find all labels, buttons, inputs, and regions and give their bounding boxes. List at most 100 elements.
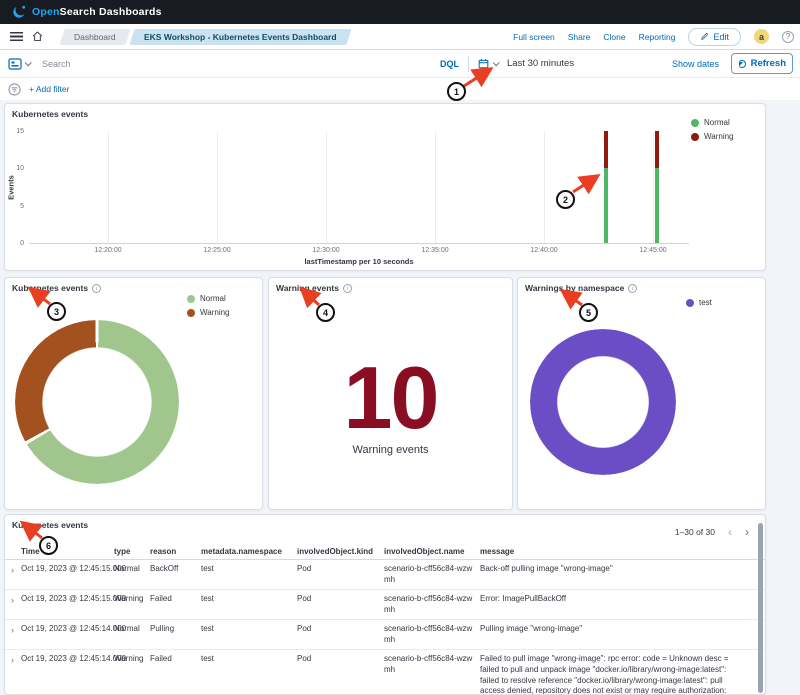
- panel-kubernetes-events-table: Kubernetes events 1–30 of 30 ‹ › Timetyp…: [4, 514, 766, 695]
- gridline: [217, 132, 218, 243]
- help-icon[interactable]: ?: [782, 31, 794, 43]
- legend-label: Normal: [704, 118, 730, 127]
- query-bar-right: DQL Last 30 minutes Show dates Refresh: [440, 53, 796, 74]
- table-row: ›Oct 19, 2023 @ 12:45:15.000WarningFaile…: [5, 590, 765, 620]
- legend-item-normal[interactable]: Normal: [187, 294, 230, 303]
- gridline: [435, 132, 436, 243]
- row-expand-icon[interactable]: ›: [9, 650, 21, 695]
- legend-item-normal[interactable]: Normal: [691, 118, 734, 127]
- bar-segment-warning[interactable]: [655, 131, 659, 168]
- x-axis-title: lastTimestamp per 10 seconds: [29, 257, 689, 266]
- panel-title: Kubernetes events: [12, 283, 88, 293]
- annotation-marker-4: 4: [316, 303, 335, 322]
- breadcrumb-label: Dashboard: [74, 32, 116, 42]
- legend-label: Normal: [200, 294, 226, 303]
- donut-legend: Normal Warning: [187, 294, 230, 317]
- cell-reason: Failed: [150, 590, 201, 618]
- x-tick-label: 12:35:00: [410, 247, 460, 254]
- opensearch-logo-icon: [12, 5, 26, 19]
- info-icon[interactable]: i: [92, 284, 101, 293]
- gridline: [544, 132, 545, 243]
- annotation-marker-5: 5: [579, 303, 598, 322]
- panel-warning-events-metric: Warning eventsi 10 Warning events: [268, 277, 513, 510]
- share-link[interactable]: Share: [568, 32, 591, 42]
- breadcrumb-label: EKS Workshop - Kubernetes Events Dashboa…: [144, 32, 337, 42]
- x-tick-label: 12:20:00: [83, 247, 133, 254]
- column-header-involvedobject-name[interactable]: involvedObject.name: [384, 544, 480, 559]
- menu-hamburger-icon[interactable]: [10, 32, 23, 41]
- pagination-next-icon[interactable]: ›: [745, 527, 749, 537]
- breadcrumb-dashboard[interactable]: Dashboard: [59, 29, 130, 45]
- cell-ns: test: [201, 620, 297, 648]
- table-row: ›Oct 19, 2023 @ 12:45:15.000NormalBackOf…: [5, 560, 765, 590]
- search-input[interactable]: [40, 58, 440, 70]
- table-pagination: 1–30 of 30 ‹ ›: [675, 527, 749, 537]
- column-header-time[interactable]: Time: [21, 544, 114, 559]
- full-screen-link[interactable]: Full screen: [513, 32, 555, 42]
- cell-reason: BackOff: [150, 560, 201, 588]
- clone-link[interactable]: Clone: [603, 32, 625, 42]
- column-header-metadata-namespace[interactable]: metadata.namespace: [201, 544, 297, 559]
- row-expand-icon[interactable]: ›: [9, 590, 21, 618]
- add-filter-button[interactable]: + Add filter: [29, 84, 69, 94]
- date-picker-button[interactable]: [478, 58, 498, 69]
- cell-name: scenario-b-cff56c84-wzwmh: [384, 650, 480, 695]
- home-icon[interactable]: [31, 30, 44, 43]
- legend-label: Warning: [200, 308, 230, 317]
- column-header-reason[interactable]: reason: [150, 544, 201, 559]
- show-dates-link[interactable]: Show dates: [672, 59, 719, 69]
- row-expand-icon[interactable]: ›: [9, 560, 21, 588]
- cell-ns: test: [201, 560, 297, 588]
- legend-item-warning[interactable]: Warning: [187, 308, 230, 317]
- bar-segment-normal[interactable]: [655, 168, 659, 243]
- nav-actions: Full screen Share Clone Reporting Edit a…: [513, 28, 794, 46]
- edit-button[interactable]: Edit: [688, 28, 741, 46]
- header-expand-spacer: [9, 544, 21, 559]
- bar-segment-normal[interactable]: [604, 168, 608, 243]
- cell-msg: Failed to pull image "wrong-image": rpc …: [480, 650, 751, 695]
- info-icon[interactable]: i: [628, 284, 637, 293]
- panel-title: Kubernetes events: [12, 109, 88, 119]
- user-avatar[interactable]: a: [754, 29, 769, 44]
- cell-ns: test: [201, 650, 297, 695]
- dql-toggle[interactable]: DQL: [440, 59, 459, 69]
- legend-item-warning[interactable]: Warning: [691, 132, 734, 141]
- time-range-value[interactable]: Last 30 minutes: [507, 58, 574, 69]
- dashboard-grid: Kubernetes events Events 051015 12:20:00…: [0, 100, 800, 695]
- namespace-donut-chart[interactable]: [530, 329, 676, 475]
- legend-dot: [187, 295, 195, 303]
- info-icon[interactable]: i: [343, 284, 352, 293]
- query-options-button[interactable]: [8, 58, 30, 70]
- metric-value: 10: [269, 338, 512, 458]
- pencil-icon: [700, 32, 709, 41]
- refresh-button[interactable]: Refresh: [731, 53, 793, 74]
- refresh-button-label: Refresh: [751, 58, 786, 69]
- cell-reason: Failed: [150, 650, 201, 695]
- chevron-down-icon: [493, 59, 500, 66]
- bar-segment-warning[interactable]: [604, 131, 608, 168]
- legend-item-test[interactable]: test: [686, 298, 712, 307]
- reporting-link[interactable]: Reporting: [639, 32, 676, 42]
- cell-type: Normal: [114, 560, 150, 588]
- separator: [468, 56, 469, 72]
- row-expand-icon[interactable]: ›: [9, 620, 21, 648]
- gridline: [108, 132, 109, 243]
- opensearch-dashboards-app: OpenSearch Dashboards Dashboard EKS Work…: [0, 0, 800, 695]
- column-header-message[interactable]: message: [480, 544, 751, 559]
- navigation-bar: Dashboard EKS Workshop - Kubernetes Even…: [0, 24, 800, 50]
- legend-dot: [691, 119, 699, 127]
- panel-title: Warnings by namespace: [525, 283, 624, 293]
- breadcrumb: Dashboard EKS Workshop - Kubernetes Even…: [62, 29, 348, 45]
- table-scrollbar[interactable]: [758, 523, 763, 693]
- filter-icon[interactable]: [8, 83, 21, 96]
- cell-type: Warning: [114, 650, 150, 695]
- table-body: ›Oct 19, 2023 @ 12:45:15.000NormalBackOf…: [5, 560, 765, 695]
- column-header-involvedobject-kind[interactable]: involvedObject.kind: [297, 544, 384, 559]
- annotation-marker-1: 1: [447, 82, 466, 101]
- timeline-legend: Normal Warning: [691, 118, 734, 141]
- events-donut-chart[interactable]: [15, 320, 179, 484]
- pagination-prev-icon[interactable]: ‹: [728, 527, 732, 537]
- table-header-row: Timetypereasonmetadata.namespaceinvolved…: [5, 544, 765, 560]
- panel-title: Kubernetes events: [12, 520, 88, 530]
- column-header-type[interactable]: type: [114, 544, 150, 559]
